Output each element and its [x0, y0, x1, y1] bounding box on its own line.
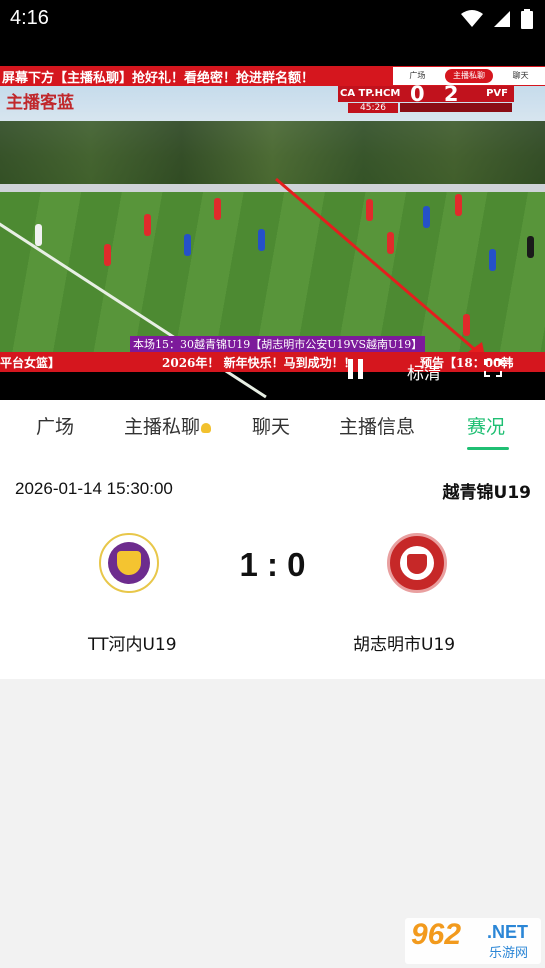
scorebug-row: CA TP.HCM 0 2 PVF	[338, 82, 514, 106]
scorebug: CA TP.HCM 0 2 PVF 45:26	[338, 82, 514, 116]
banner-tab-active: 主播私聊	[444, 69, 494, 83]
match-card: 2026-01-14 15:30:00 越青锦U19 1 : 0 TT河内U19…	[0, 450, 545, 679]
bell-icon	[201, 422, 212, 433]
match-league: 越青锦U19	[442, 483, 531, 503]
quality-button[interactable]: 标清	[407, 359, 441, 384]
scorebug-league-strip	[400, 103, 512, 112]
tab-host-info[interactable]: 主播信息	[339, 412, 415, 439]
tab-bar: 广场 主播私聊 聊天 主播信息 赛况	[0, 400, 545, 450]
site-watermark-cn: 乐游网	[489, 946, 529, 961]
scorebug-away: PVF	[486, 88, 508, 99]
away-team-crest	[387, 533, 447, 593]
battery-icon	[521, 9, 533, 29]
fullscreen-icon[interactable]	[484, 359, 502, 377]
promo-line: 本场15：30越青锦U19【胡志明市公安U19VS越南U19】	[130, 336, 426, 352]
away-team-name: 胡志明市U19	[353, 635, 456, 655]
top-banner-text: 屏幕下方【主播私聊】抢好礼！看绝密！抢进群名额！	[2, 71, 315, 86]
signal-icon	[494, 11, 510, 27]
site-watermark-num: 962	[411, 918, 462, 951]
site-watermark: 962 .NET 乐游网	[405, 918, 541, 964]
tab-host-chat[interactable]: 主播私聊	[124, 412, 212, 439]
status-icons	[461, 9, 533, 29]
site-watermark-net: .NET	[487, 922, 529, 942]
tab-host-chat-label: 主播私聊	[124, 416, 201, 438]
pause-icon	[348, 359, 353, 379]
banner-tab: 聊天	[512, 71, 529, 80]
pause-button[interactable]	[346, 359, 366, 381]
video-player[interactable]: 屏幕下方【主播私聊】抢好礼！看绝密！抢进群名额！ 广场 主播私聊 聊天 主播客蓝…	[0, 66, 545, 420]
pause-icon	[358, 359, 363, 379]
tab-chat[interactable]: 聊天	[252, 412, 290, 439]
tab-plaza[interactable]: 广场	[36, 412, 74, 439]
scorebug-home: CA TP.HCM	[340, 88, 401, 99]
scorebug-time: 45:26	[348, 103, 398, 113]
home-team-name: TT河内U19	[88, 635, 177, 655]
tab-match-status[interactable]: 赛况	[467, 412, 505, 439]
wifi-icon	[461, 10, 483, 27]
away-crest-shield	[407, 554, 427, 574]
status-time: 4:16	[10, 7, 49, 29]
match-datetime: 2026-01-14 15:30:00	[15, 479, 173, 498]
match-score: 1 : 0	[239, 546, 306, 583]
status-bar: 4:16	[0, 0, 545, 38]
stream-watermark: 主播客蓝	[6, 93, 74, 113]
video-top-gap	[0, 38, 545, 66]
